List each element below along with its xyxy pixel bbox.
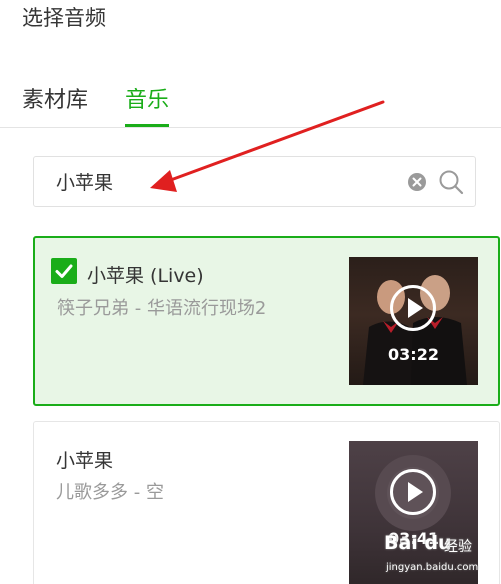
- play-button[interactable]: [390, 469, 436, 515]
- clear-icon[interactable]: [407, 172, 427, 192]
- album-thumbnail: 03:22: [349, 257, 478, 385]
- search-input[interactable]: [34, 157, 394, 206]
- song-title: 小苹果: [56, 450, 114, 472]
- play-button[interactable]: [390, 285, 436, 331]
- search-icon[interactable]: [437, 168, 465, 196]
- song-subtitle: 筷子兄弟 - 华语流行现场2: [57, 298, 267, 319]
- tab-material-library[interactable]: 素材库: [22, 82, 88, 127]
- checkmark-icon: [55, 264, 73, 278]
- play-icon: [408, 298, 423, 318]
- tab-bar: 素材库 音乐: [0, 80, 501, 128]
- checkbox[interactable]: [51, 258, 77, 284]
- watermark-url: jingyan.baidu.com: [386, 562, 479, 573]
- dialog-title: 选择音频: [22, 6, 106, 30]
- tab-music[interactable]: 音乐: [125, 82, 170, 127]
- song-title: 小苹果 (Live): [87, 265, 204, 287]
- result-item-1[interactable]: 小苹果 (Live) 筷子兄弟 - 华语流行现场2 03:22: [33, 236, 500, 406]
- play-icon: [408, 482, 423, 502]
- watermark-logo: Bai du: [384, 532, 452, 554]
- watermark-name: 经验: [444, 539, 472, 555]
- song-subtitle: 儿歌多多 - 空: [56, 482, 164, 503]
- search-box: [33, 156, 476, 207]
- duration-label: 03:22: [388, 345, 439, 364]
- watermark: Bai du 经验 jingyan.baidu.com: [378, 530, 498, 582]
